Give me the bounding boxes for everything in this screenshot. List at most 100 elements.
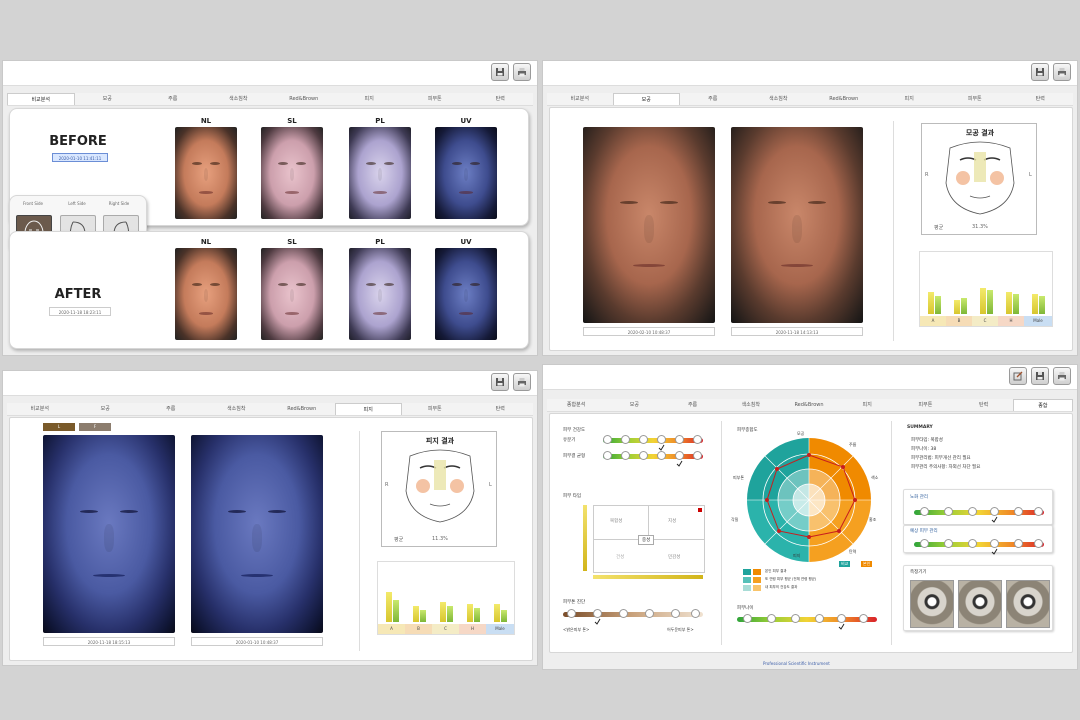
side-right: R (385, 482, 389, 488)
type-x-bar (593, 575, 703, 579)
after-pl-image[interactable] (349, 248, 411, 340)
legend-swatch (743, 585, 751, 591)
after-uv-image[interactable] (435, 248, 497, 340)
tab-item[interactable]: 피지 (337, 93, 403, 105)
tab-item[interactable]: 색소침착 (206, 93, 272, 105)
legend-swatch (753, 569, 761, 575)
after-date[interactable]: 2020-11-18 18:23:11 (49, 307, 111, 316)
chart-bar (961, 298, 967, 314)
tab-item[interactable]: 주름 (138, 403, 204, 415)
device-image[interactable] (958, 580, 1002, 628)
tab-item[interactable]: 모공 (75, 93, 141, 105)
summary-line: 피부나이: 38 (911, 447, 937, 452)
chart-bar (1006, 292, 1012, 314)
slider-knob (621, 435, 630, 444)
tab-item[interactable]: 주름 (680, 93, 746, 105)
legend-text: 내 피부의 건강도 결과 (765, 585, 798, 589)
tab-item[interactable]: 탄력 (1008, 93, 1074, 105)
device-box: 측정기기 (903, 565, 1053, 631)
future-slider (914, 539, 1044, 555)
before-nl-image[interactable] (175, 127, 237, 219)
save-icon (1036, 372, 1044, 380)
chart-bar (928, 292, 934, 314)
slider-knob (944, 507, 953, 516)
slider-knob (657, 451, 666, 460)
date-right: 2020-11-18 14:13:13 (731, 327, 863, 336)
skin-type-grid: 복합성 지성 중성 건성 민감성 (593, 505, 705, 573)
after-nl-image[interactable] (175, 248, 237, 340)
tab-item[interactable]: 색소침착 (204, 403, 270, 415)
view-label: Left Side (68, 201, 86, 206)
tab-item[interactable]: 피지 (334, 403, 402, 415)
pore-image-left[interactable] (583, 127, 715, 323)
tab-item[interactable]: 비교분석 (7, 403, 73, 415)
tab-item[interactable]: Red&Brown (269, 403, 335, 415)
skin-age-slider (737, 614, 877, 630)
tab-item[interactable]: 주름 (663, 399, 721, 411)
row-label: 피부결 균형 (563, 454, 586, 459)
tab-item[interactable]: 모공 (73, 403, 139, 415)
category-label: H (998, 316, 1024, 326)
before-date[interactable]: 2020-01-10 11:41:11 (52, 153, 108, 162)
tab-item[interactable]: 피부톤 (896, 399, 954, 411)
future-box: 예상 피부 관리 (903, 525, 1053, 555)
tab-item[interactable]: 모공 (605, 399, 663, 411)
tab-item[interactable]: 비교분석 (7, 93, 75, 105)
print-button[interactable] (1053, 367, 1071, 385)
before-uv-image[interactable] (435, 127, 497, 219)
tab-item[interactable]: 색소침착 (722, 399, 780, 411)
sebum-image-left[interactable] (43, 435, 175, 633)
save-icon (496, 378, 504, 386)
slider-knob (1034, 507, 1043, 516)
tab-item[interactable]: 피부톤 (402, 403, 468, 415)
slider-knob (1034, 539, 1043, 548)
tab-item[interactable]: 주름 (140, 93, 206, 105)
tab-item[interactable]: 모공 (612, 93, 680, 105)
tab-item[interactable]: 탄력 (468, 403, 534, 415)
radar-label: 모공 (797, 431, 805, 436)
panel-toolbar (3, 61, 537, 86)
tab-item[interactable]: 종합분석 (547, 399, 605, 411)
category-label: Male (1024, 316, 1052, 326)
legend-swatch (753, 585, 761, 591)
tab-item[interactable]: 피지 (838, 399, 896, 411)
tab-item[interactable]: 피지 (877, 93, 943, 105)
tab-item[interactable]: Red&Brown (271, 93, 337, 105)
before-pl-image[interactable] (349, 127, 411, 219)
print-button[interactable] (513, 373, 531, 391)
total-label: 평균 (934, 225, 944, 231)
device-image[interactable] (1006, 580, 1050, 628)
print-button[interactable] (513, 63, 531, 81)
chart-bar (474, 608, 480, 622)
tab-item[interactable]: 색소침착 (746, 93, 812, 105)
tab-item[interactable]: Red&Brown (811, 93, 877, 105)
after-sl-image[interactable] (261, 248, 323, 340)
edit-button[interactable] (1009, 367, 1027, 385)
view-label: Right Side (108, 201, 130, 206)
print-icon (518, 68, 526, 77)
check-icon (594, 618, 601, 625)
tab-item[interactable]: 피부톤 (402, 93, 468, 105)
panel-sebum: 비교분석 모공 주름 색소침착 Red&Brown 피지 피부톤 탄력 L F … (2, 370, 538, 666)
pore-image-right[interactable] (731, 127, 863, 323)
tab-item[interactable]: 종합 (1012, 399, 1073, 411)
tab-item[interactable]: 탄력 (955, 399, 1013, 411)
sebum-image-right[interactable] (191, 435, 323, 633)
summary-line: 피부관리 주의사항: 자외선 차단 필요 (911, 465, 981, 470)
save-button[interactable] (491, 63, 509, 81)
device-image[interactable] (910, 580, 954, 628)
tab-item[interactable]: 비교분석 (547, 93, 613, 105)
tab-item[interactable]: 피부톤 (942, 93, 1008, 105)
check-icon (838, 623, 845, 630)
save-button[interactable] (1031, 367, 1049, 385)
slider-knob (675, 451, 684, 467)
print-button[interactable] (1053, 63, 1071, 81)
tab-item[interactable]: 탄력 (468, 93, 534, 105)
before-sl-image[interactable] (261, 127, 323, 219)
save-button[interactable] (491, 373, 509, 391)
toggle-l[interactable]: L (43, 423, 75, 431)
toggle-f[interactable]: F (79, 423, 111, 431)
tab-item[interactable]: Red&Brown (780, 399, 838, 411)
save-button[interactable] (1031, 63, 1049, 81)
panel-toolbar (543, 365, 1077, 390)
